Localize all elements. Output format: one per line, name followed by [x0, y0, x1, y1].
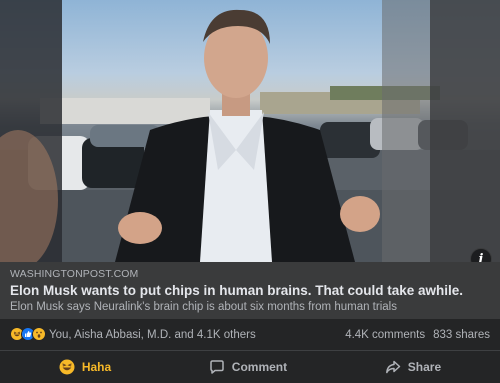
link-domain: WASHINGTONPOST.COM — [10, 268, 139, 280]
comment-label: Comment — [231, 360, 288, 374]
haha-label: Haha — [81, 360, 112, 374]
reaction-icons — [10, 327, 47, 342]
photo-illustration — [0, 0, 500, 262]
share-button[interactable]: Share — [367, 355, 459, 379]
reactions-text: You, Aisha Abbasi, M.D. and 4.1K others — [49, 328, 256, 341]
haha-icon — [59, 359, 75, 375]
reactions-summary[interactable]: You, Aisha Abbasi, M.D. and 4.1K others — [10, 327, 256, 342]
share-icon — [385, 360, 401, 374]
comment-icon — [210, 360, 224, 374]
post-image[interactable]: i — [0, 0, 500, 262]
link-preview[interactable]: WASHINGTONPOST.COM Elon Musk wants to pu… — [0, 262, 500, 319]
shares-count[interactable]: 833 shares — [433, 329, 490, 341]
link-headline[interactable]: Elon Musk wants to put chips in human br… — [10, 283, 490, 298]
counts: 4.4K comments 833 shares — [345, 329, 490, 341]
comment-button[interactable]: Comment — [191, 355, 305, 379]
link-description: Elon Musk says Neuralink's brain chip is… — [10, 301, 397, 313]
wow-icon — [32, 327, 47, 342]
haha-reaction-button[interactable]: Haha — [41, 355, 129, 379]
action-bar: Haha Comment Share — [0, 351, 500, 383]
share-label: Share — [407, 360, 442, 374]
engagement-bar: You, Aisha Abbasi, M.D. and 4.1K others … — [0, 319, 500, 351]
info-icon: i — [478, 251, 484, 263]
comments-count[interactable]: 4.4K comments — [345, 329, 425, 341]
